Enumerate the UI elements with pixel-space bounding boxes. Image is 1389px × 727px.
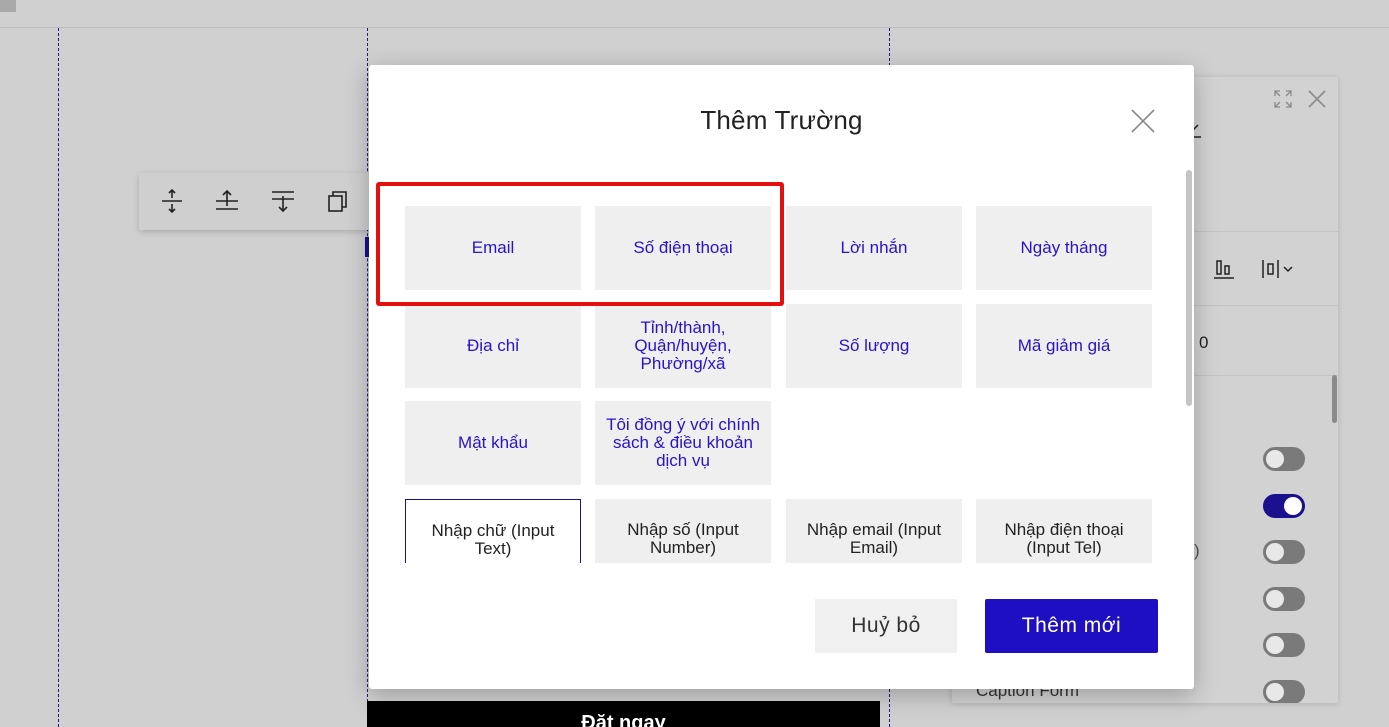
modal-scrollbar[interactable] bbox=[1186, 170, 1192, 406]
section-toolbar bbox=[139, 173, 379, 230]
guide-line-left bbox=[58, 28, 59, 727]
close-icon[interactable] bbox=[1129, 107, 1157, 135]
field-option-message[interactable]: Lời nhắn bbox=[786, 206, 962, 290]
toggle-switch[interactable] bbox=[1263, 633, 1305, 657]
field-type-grid: Email Số điện thoại Lời nhắn Ngày tháng … bbox=[405, 206, 1157, 563]
modal-title: Thêm Trường bbox=[700, 105, 863, 135]
editor-topbar bbox=[0, 0, 1389, 28]
align-top-icon[interactable] bbox=[213, 187, 241, 215]
input-option-tel[interactable]: Nhập điện thoại (Input Tel) bbox=[976, 499, 1152, 563]
add-new-button[interactable]: Thêm mới bbox=[985, 599, 1158, 653]
field-option-address[interactable]: Địa chỉ bbox=[405, 304, 581, 388]
distribute-dropdown-icon[interactable] bbox=[1260, 258, 1300, 280]
add-field-modal: Thêm Trường Email Số điện thoại Lời nhắn… bbox=[369, 65, 1194, 689]
panel-close-icon[interactable] bbox=[1308, 90, 1326, 108]
field-option-province-district-ward[interactable]: Tỉnh/thành, Quận/huyện, Phường/xã bbox=[595, 304, 771, 388]
duplicate-icon[interactable] bbox=[324, 187, 352, 215]
guide-line-section bbox=[367, 28, 368, 727]
panel-scrollbar[interactable] bbox=[1332, 375, 1337, 423]
field-option-discount-code[interactable]: Mã giảm giá bbox=[976, 304, 1152, 388]
number-value: 0 bbox=[1199, 333, 1209, 352]
field-option-quantity[interactable]: Số lượng bbox=[786, 304, 962, 388]
align-bottom-edge-icon[interactable] bbox=[1212, 258, 1236, 280]
field-option-terms-agreement[interactable]: Tôi đồng ý với chính sách & điều khoản d… bbox=[595, 401, 771, 485]
toggle-switch[interactable] bbox=[1263, 447, 1305, 471]
topbar-tab[interactable] bbox=[0, 0, 16, 12]
input-option-text[interactable]: Nhập chữ (Input Text) bbox=[405, 499, 581, 563]
caption-form-toggle[interactable] bbox=[1263, 680, 1305, 703]
field-option-date[interactable]: Ngày tháng bbox=[976, 206, 1152, 290]
align-bottom-icon[interactable] bbox=[269, 187, 297, 215]
toggle-switch[interactable] bbox=[1263, 540, 1305, 564]
field-option-password[interactable]: Mật khẩu bbox=[405, 401, 581, 485]
expand-icon[interactable] bbox=[1274, 90, 1292, 108]
field-option-phone[interactable]: Số điện thoại bbox=[595, 206, 771, 290]
input-option-email[interactable]: Nhập email (Input Email) bbox=[786, 499, 962, 563]
cancel-button[interactable]: Huỷ bỏ bbox=[815, 599, 957, 653]
toggle-switch[interactable] bbox=[1263, 587, 1305, 611]
toggle-switch-on[interactable] bbox=[1263, 494, 1305, 518]
input-option-number[interactable]: Nhập số (Input Number) bbox=[595, 499, 771, 563]
panel-paren-text: ) bbox=[1194, 541, 1200, 560]
move-vertical-icon[interactable] bbox=[158, 187, 186, 215]
field-option-email[interactable]: Email bbox=[405, 206, 581, 290]
cta-button-background[interactable]: Đặt ngay bbox=[367, 701, 880, 727]
